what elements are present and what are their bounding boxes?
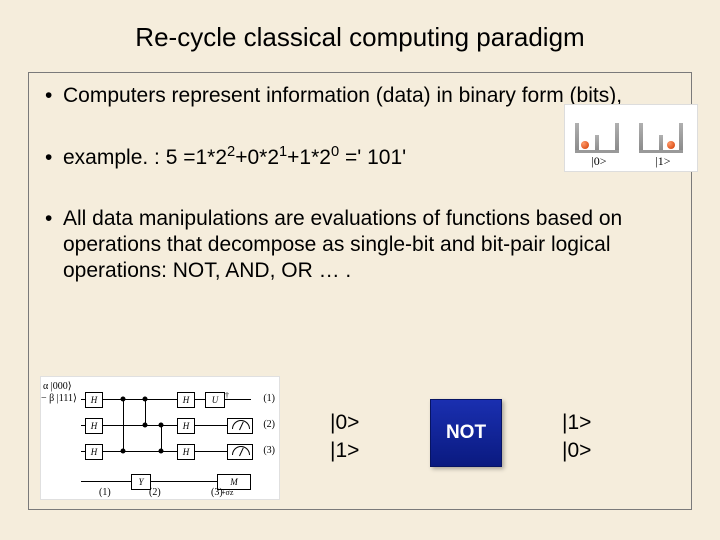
trap-right	[633, 111, 693, 153]
meter-icon	[227, 418, 253, 434]
bullet-2-e1: 2	[227, 144, 235, 160]
bullet-2-t3: +1*2	[287, 146, 331, 169]
m-sub: +σz	[221, 488, 233, 497]
trap-left	[569, 111, 629, 153]
circuit-state-a: α |000⟩	[43, 381, 72, 392]
ket-out-1: |1>	[562, 409, 591, 437]
circuit-step-3: (3)	[211, 487, 223, 498]
circuit-step-1: (1)	[99, 487, 111, 498]
not-gate-box: NOT	[430, 399, 502, 467]
bullet-3: All data manipulations are evaluations o…	[63, 206, 673, 285]
bullet-2-t2: +0*2	[235, 146, 279, 169]
circuit-row-2: (2)	[263, 419, 275, 430]
not-output: |1> |0>	[562, 409, 591, 465]
circuit-state-b: − β |111⟩	[41, 393, 77, 404]
circuit-row-3: (3)	[263, 445, 275, 456]
h-gate-icon: H	[177, 392, 195, 408]
bits-figure: |0> |1>	[564, 104, 698, 172]
slide-title: Re-cycle classical computing paradigm	[0, 0, 720, 67]
u-gate-icon: U	[205, 392, 225, 408]
bullet-1-part-a: Computers represent information (data) i…	[63, 84, 577, 107]
ket-in-1: |1>	[330, 437, 359, 465]
bullet-2-tail: =' 101'	[339, 146, 406, 169]
circuit-diagram: α |000⟩ − β |111⟩ (1) (2) (3) H H H H H …	[40, 376, 280, 500]
ball-icon	[667, 141, 675, 149]
ket-in-0: |0>	[330, 409, 359, 437]
circuit-row-1: (1)	[263, 393, 275, 404]
h-gate-icon: H	[85, 392, 103, 408]
ball-icon	[581, 141, 589, 149]
trap-label-1: |1>	[633, 154, 693, 169]
h-gate-icon: H	[177, 444, 195, 460]
bullet-2-e2: 1	[279, 144, 287, 160]
y-gate-icon: Y	[131, 474, 151, 490]
meter-icon	[227, 444, 253, 460]
not-input: |0> |1>	[330, 409, 359, 465]
not-gate-row: |0> |1> NOT |1> |0>	[330, 405, 670, 485]
bullet-2-t1: 1*2	[196, 146, 228, 169]
h-gate-icon: H	[177, 418, 195, 434]
bullet-2-pre: example. : 5 =	[63, 146, 196, 169]
circuit-step-2: (2)	[149, 487, 161, 498]
bullet-2-e3: 0	[331, 144, 339, 160]
h-gate-icon: H	[85, 418, 103, 434]
trap-label-0: |0>	[569, 154, 629, 169]
h-gate-icon: H	[85, 444, 103, 460]
ket-out-0: |0>	[562, 437, 591, 465]
